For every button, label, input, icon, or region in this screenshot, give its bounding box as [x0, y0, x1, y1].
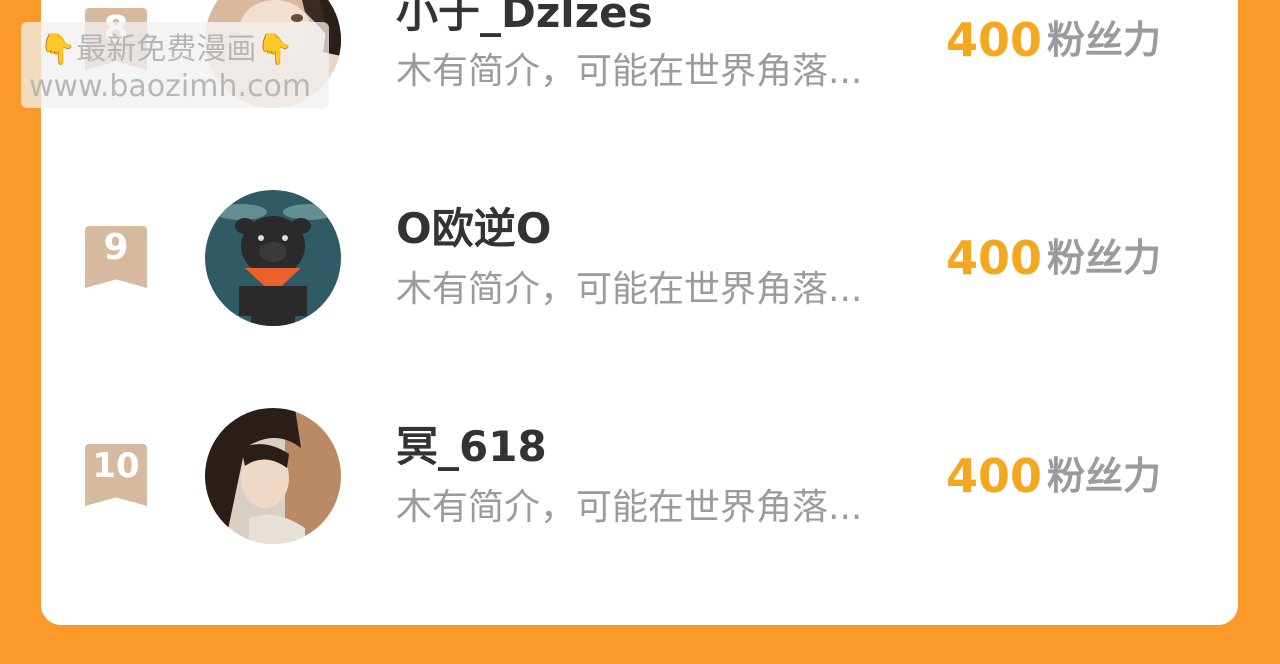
user-avatar-pig-bandana	[205, 190, 341, 326]
rank-number: 10	[92, 446, 140, 486]
watermark: 👇最新免费漫画👇 www.baozimh.com	[21, 22, 329, 108]
user-bio: 木有简介，可能在世界角落...	[396, 487, 863, 528]
fans-label: 粉丝力	[1047, 454, 1162, 498]
fans-label: 粉丝力	[1047, 236, 1162, 280]
rank-badge: 9	[85, 226, 147, 288]
pointing-down-hand-icon: 👇	[256, 32, 294, 67]
user-name[interactable]: 小于_Dzlzes	[396, 0, 653, 38]
rank-number: 9	[103, 227, 129, 268]
fans-count: 400	[946, 13, 1043, 67]
user-bio: 木有简介，可能在世界角落...	[396, 51, 863, 92]
avatar[interactable]	[205, 408, 341, 544]
fans-count: 400	[946, 231, 1043, 285]
user-avatar-woman-portrait	[205, 408, 341, 544]
user-name[interactable]: 冥_618	[396, 422, 547, 472]
ranking-row[interactable]: 9 O欧逆O 木有简介，可能在世界角落... 400 粉丝力	[0, 190, 1280, 330]
rank-badge: 10	[85, 444, 147, 506]
pointing-down-hand-icon: 👇	[39, 32, 77, 67]
avatar[interactable]	[205, 190, 341, 326]
ranking-row[interactable]: 10 冥_618 木有简介，可能在世界角落... 400 粉丝力	[0, 408, 1280, 548]
fans-count: 400	[946, 449, 1043, 503]
fans-label: 粉丝力	[1047, 18, 1162, 62]
watermark-line1: 👇最新免费漫画👇	[39, 32, 294, 67]
user-bio: 木有简介，可能在世界角落...	[396, 269, 863, 310]
watermark-line2: www.baozimh.com	[29, 69, 312, 104]
user-name[interactable]: O欧逆O	[396, 204, 551, 254]
